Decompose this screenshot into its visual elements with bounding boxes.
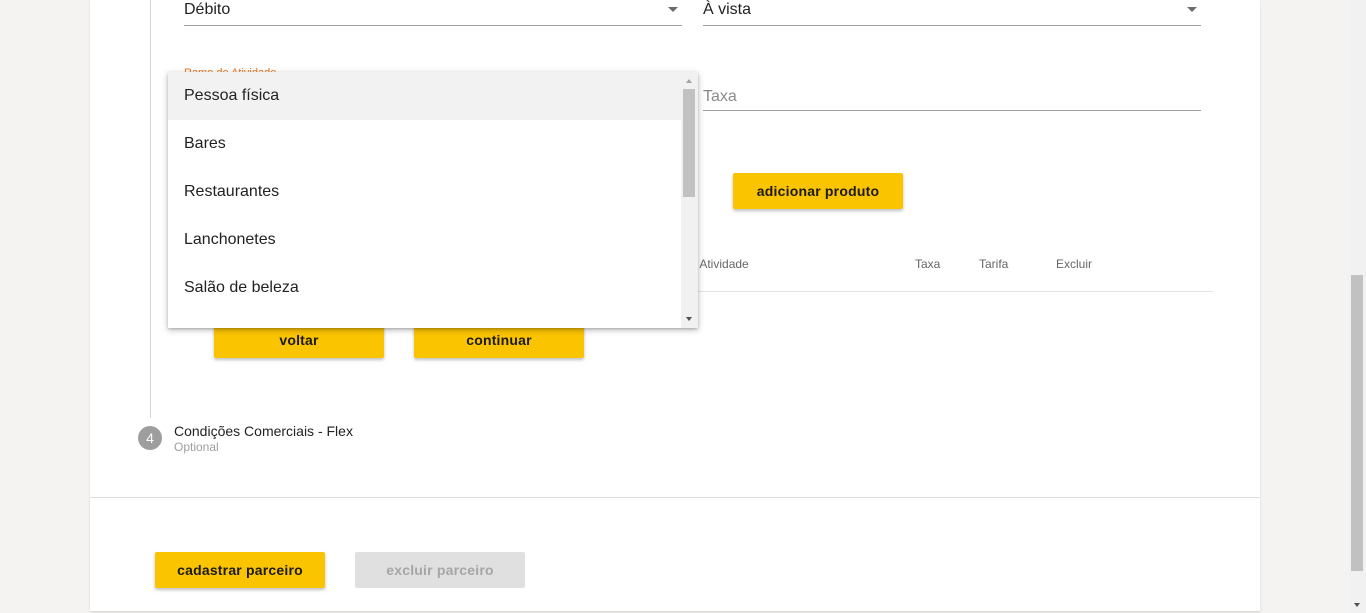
- dropdown-option-pessoa-fisica[interactable]: Pessoa física: [168, 72, 681, 120]
- page-scrollbar[interactable]: [1349, 0, 1366, 613]
- rate-input[interactable]: Taxa: [703, 85, 1201, 111]
- dropdown-option-restaurantes[interactable]: Restaurantes: [168, 168, 681, 216]
- activity-dropdown-menu[interactable]: Pessoa física Bares Restaurantes Lanchon…: [168, 72, 698, 328]
- dropdown-option-lanchonetes[interactable]: Lanchonetes: [168, 216, 681, 264]
- chevron-down-icon: [1187, 7, 1197, 12]
- stepper-connector-line: [150, 0, 151, 418]
- dropdown-scrollbar[interactable]: [681, 72, 698, 328]
- table-divider: [690, 291, 1213, 292]
- page-scrollbar-thumb[interactable]: [1351, 275, 1363, 571]
- scroll-down-arrow-icon[interactable]: [686, 317, 692, 321]
- installment-select[interactable]: À vista: [703, 0, 1201, 26]
- column-header-delete: Excluir: [1056, 257, 1093, 271]
- column-header-fee: Tarifa: [979, 257, 1009, 271]
- dropdown-scrollbar-thumb[interactable]: [683, 89, 695, 197]
- scroll-up-arrow-icon[interactable]: [686, 79, 692, 83]
- delete-partner-button: excluir parceiro: [355, 552, 525, 588]
- step-4-title[interactable]: Condições Comerciais - Flex: [174, 423, 353, 439]
- column-header-rate: Taxa: [915, 257, 941, 271]
- chevron-down-icon: [668, 7, 678, 12]
- dropdown-option-bares[interactable]: Bares: [168, 120, 681, 168]
- rate-placeholder: Taxa: [703, 88, 737, 105]
- column-header-activity: e Atividade: [690, 257, 749, 271]
- step-4-badge[interactable]: 4: [138, 426, 162, 450]
- payment-type-select[interactable]: Débito: [184, 0, 682, 26]
- payment-type-value: Débito: [184, 1, 231, 18]
- add-product-button[interactable]: adicionar produto: [733, 173, 903, 209]
- dropdown-option-salao-de-beleza[interactable]: Salão de beleza: [168, 264, 681, 312]
- register-partner-button[interactable]: cadastrar parceiro: [155, 552, 325, 588]
- step-4-subtitle: Optional: [174, 440, 219, 454]
- scroll-down-arrow-icon[interactable]: [1354, 603, 1360, 607]
- installment-value: À vista: [703, 1, 752, 18]
